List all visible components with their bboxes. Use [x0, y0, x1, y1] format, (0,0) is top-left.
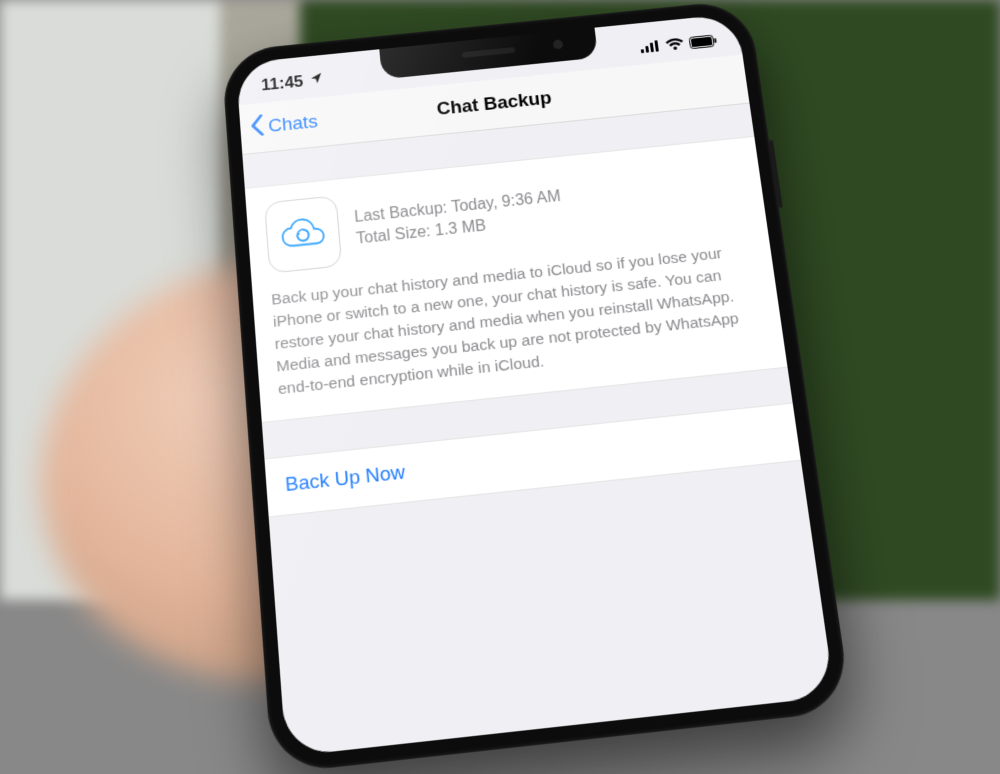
cloud-backup-icon [264, 195, 342, 273]
content-area[interactable]: Last Backup: Today, 9:36 AM Total Size: … [242, 104, 835, 757]
back-label: Chats [268, 111, 319, 137]
location-arrow-icon [308, 70, 323, 90]
phone-frame: 11:45 [221, 0, 852, 774]
wifi-icon [665, 38, 684, 51]
battery-icon [689, 34, 718, 49]
total-size-value: 1.3 MB [434, 218, 487, 240]
status-time: 11:45 [261, 72, 304, 95]
total-size-label: Total Size: [356, 223, 432, 247]
chevron-left-icon [249, 114, 265, 142]
page-title: Chat Backup [436, 88, 553, 121]
cellular-signal-icon [640, 40, 661, 53]
phone-screen: 11:45 [236, 13, 835, 756]
back-button[interactable]: Chats [249, 97, 320, 153]
